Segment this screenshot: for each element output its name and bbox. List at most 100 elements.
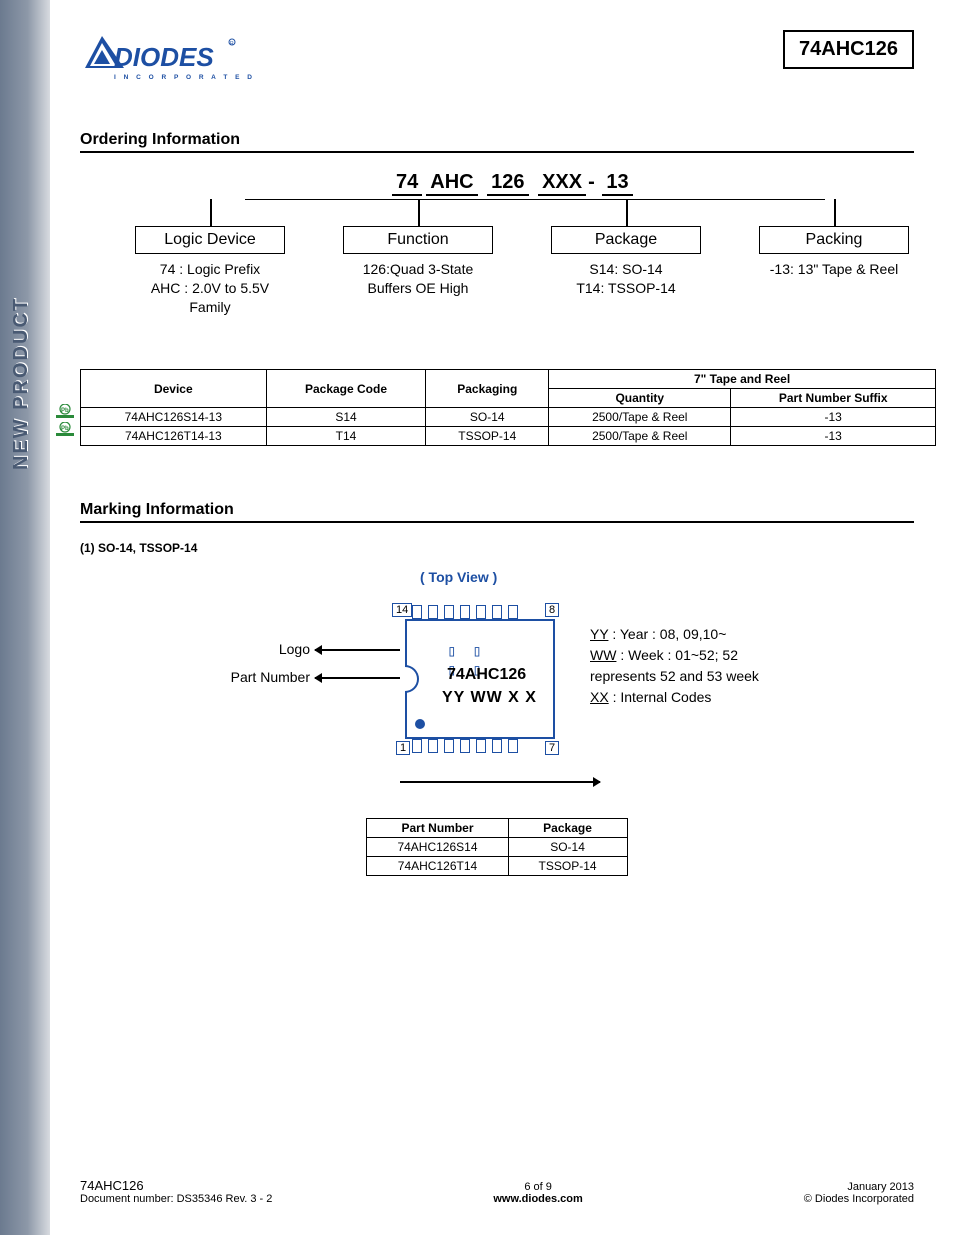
th-packaging: Packaging	[426, 370, 549, 408]
svg-text:DIODES: DIODES	[114, 42, 214, 72]
sidebar-gradient: NEW PRODUCT	[0, 0, 50, 1235]
td-suffix: -13	[731, 427, 936, 446]
diagram-columns: Logic Device 74 : Logic Prefix AHC : 2.0…	[120, 226, 924, 317]
pin-label-7: 7	[545, 741, 559, 755]
table-row: 74AHC126T14 TSSOP-14	[367, 857, 627, 876]
th-device: Device	[81, 370, 267, 408]
part-number-header-box: 74AHC126	[783, 30, 914, 69]
diagram-connector	[245, 199, 825, 209]
box-label: Function	[387, 231, 448, 248]
top-view-label: ( Top View )	[420, 569, 497, 585]
chip-part-number: 74AHC126	[447, 666, 526, 684]
td-pkg: SO-14	[426, 408, 549, 427]
marking-title: Marking Information	[80, 501, 914, 523]
col-packing: Packing -13: 13" Tape & Reel	[744, 226, 924, 317]
seg-function: 126	[487, 171, 528, 196]
ordering-diagram: 74AHC 126 XXX- 13 Logic Device 74 : Logi…	[120, 171, 914, 351]
table-row: 74AHC126S14-13 S14 SO-14 2500/Tape & Ree…	[81, 408, 936, 427]
pin-label-1: 1	[396, 741, 410, 755]
box-label: Packing	[806, 231, 863, 248]
marking-section: Marking Information (1) SO-14, TSSOP-14 …	[80, 501, 914, 876]
marking-diagram: ( Top View ) Logo Part Number 14 8 1 7 ▯…	[80, 569, 914, 814]
col-function: Function 126:Quad 3-State Buffers OE Hig…	[328, 226, 508, 317]
footer-copyright: © Diodes Incorporated	[804, 1193, 914, 1205]
part-number-string: 74AHC 126 XXX- 13	[390, 171, 635, 196]
part-number-label: Part Number	[200, 669, 310, 685]
td-qty: 2500/Tape & Reel	[549, 408, 731, 427]
td-device: 74AHC126S14-13	[81, 408, 267, 427]
arrow-icon	[315, 677, 400, 679]
pin-label-8: 8	[545, 603, 559, 617]
footer-left: 74AHC126 Document number: DS35346 Rev. 3…	[80, 1178, 272, 1205]
arrow-icon	[315, 649, 400, 651]
table-row-header: Device Package Code Packaging 7" Tape an…	[81, 370, 936, 389]
header: DIODES R I N C O R P O R A T E D 74AHC12…	[80, 30, 914, 81]
seg-dash: -	[588, 171, 595, 193]
svg-text:R: R	[230, 41, 234, 47]
lead-free-icon: Pb	[56, 404, 76, 420]
logo-label: Logo	[230, 641, 310, 657]
td-pkg: TSSOP-14	[426, 427, 549, 446]
td-code: S14	[266, 408, 426, 427]
col-desc: 126:Quad 3-State Buffers OE High	[328, 260, 508, 298]
footer-url: www.diodes.com	[493, 1193, 582, 1205]
table-row: 74AHC126S14 SO-14	[367, 838, 627, 857]
diodes-logo: DIODES R I N C O R P O R A T E D	[80, 30, 255, 81]
footer-date: January 2013	[804, 1181, 914, 1193]
td-code: T14	[266, 427, 426, 446]
legend-ww-text2: represents 52 and 53 week	[590, 666, 759, 687]
footer-right: January 2013 © Diodes Incorporated	[804, 1181, 914, 1205]
col-logic-device: Logic Device 74 : Logic Prefix AHC : 2.0…	[120, 226, 300, 317]
th-suffix: Part Number Suffix	[731, 389, 936, 408]
sidebar-text: NEW PRODUCT	[10, 297, 33, 470]
td-pn: 74AHC126S14	[367, 838, 508, 857]
ordering-section: Ordering Information 74AHC 126 XXX- 13 L…	[80, 131, 914, 446]
th-package-code: Package Code	[266, 370, 426, 408]
footer-page-number: 6 of 9	[493, 1181, 582, 1193]
table-row-header: Part Number Package	[367, 819, 627, 838]
td-device: 74AHC126T14-13	[81, 427, 267, 446]
legend-yy-text: : Year : 08, 09,10~	[608, 626, 726, 642]
legend-xx-text: : Internal Codes	[609, 689, 712, 705]
pin1-dot-icon	[415, 719, 425, 729]
legend-yy: YY	[590, 626, 608, 642]
arrow-icon	[400, 781, 600, 783]
col-desc: S14: SO-14 T14: TSSOP-14	[536, 260, 716, 298]
legend-xx: XX	[590, 689, 609, 705]
td-pkg: TSSOP-14	[508, 857, 627, 876]
ordering-table: Device Package Code Packaging 7" Tape an…	[80, 369, 936, 446]
td-pkg: SO-14	[508, 838, 627, 857]
td-suffix: -13	[731, 408, 936, 427]
seg-packing: 13	[602, 171, 632, 196]
footer-doc-number: Document number: DS35346 Rev. 3 - 2	[80, 1193, 272, 1205]
th-tape-reel: 7" Tape and Reel	[549, 370, 936, 389]
page-footer: 74AHC126 Document number: DS35346 Rev. 3…	[80, 1178, 914, 1205]
ordering-title: Ordering Information	[80, 131, 914, 153]
col-package: Package S14: SO-14 T14: TSSOP-14	[536, 226, 716, 317]
col-desc: -13: 13" Tape & Reel	[744, 260, 924, 279]
seg-prefix: 74	[392, 171, 422, 196]
box-label: Logic Device	[164, 231, 256, 248]
legend-ww-text: : Week : 01~52; 52	[616, 647, 738, 663]
marking-legend: YY : Year : 08, 09,10~ WW : Week : 01~52…	[590, 624, 759, 708]
box-label: Package	[595, 231, 657, 248]
seg-family: AHC	[426, 171, 477, 196]
page-content: DIODES R I N C O R P O R A T E D 74AHC12…	[50, 0, 954, 1235]
chip-body: ▯ ▯▯ ▯ 74AHC126 YY WW X X	[405, 619, 555, 739]
th-part-number: Part Number	[367, 819, 508, 838]
marking-table: Part Number Package 74AHC126S14 SO-14 74…	[366, 818, 627, 876]
footer-center: 6 of 9 www.diodes.com	[493, 1181, 582, 1205]
th-quantity: Quantity	[549, 389, 731, 408]
chip-notch-icon	[405, 665, 419, 693]
th-package: Package	[508, 819, 627, 838]
marking-subtitle: (1) SO-14, TSSOP-14	[80, 541, 914, 555]
table-row: 74AHC126T14-13 T14 TSSOP-14 2500/Tape & …	[81, 427, 936, 446]
td-pn: 74AHC126T14	[367, 857, 508, 876]
svg-text:Pb: Pb	[61, 426, 69, 432]
col-desc: 74 : Logic Prefix AHC : 2.0V to 5.5V Fam…	[120, 260, 300, 317]
svg-text:Pb: Pb	[61, 408, 69, 414]
chip-date-code: YY WW X X	[442, 689, 537, 707]
footer-part-number: 74AHC126	[80, 1178, 272, 1193]
seg-package: XXX	[538, 171, 586, 196]
logo-tagline: I N C O R P O R A T E D	[114, 74, 255, 81]
